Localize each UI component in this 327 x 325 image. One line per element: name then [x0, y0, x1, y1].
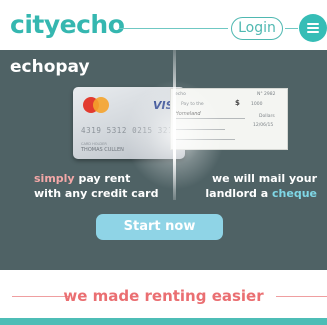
cheque-amount: 1000 — [251, 102, 263, 107]
mastercard-logo-icon — [83, 97, 109, 113]
tagline-text: with any credit card — [34, 187, 159, 200]
credit-card-image: VISA 4319 5312 0215 3216 CARD HOLDER THO… — [73, 87, 185, 159]
card-holder-caption: CARD HOLDER — [81, 142, 107, 146]
page: cityecho Login echopay VISA 4319 5312 02… — [0, 0, 327, 325]
hero-banner: echopay VISA 4319 5312 0215 3216 CARD HO… — [0, 50, 327, 270]
credit-card-tagline: simply pay rent with any credit card — [34, 171, 159, 201]
cheque-image: echo N° 2982 Pay to the $ 1000 Homeland … — [170, 88, 288, 150]
site-logo[interactable]: cityecho — [10, 10, 125, 39]
tagline-highlight-cheque: cheque — [272, 187, 317, 200]
card-holder-name: THOMAS CULLEN — [81, 147, 124, 153]
start-now-button[interactable]: Start now — [96, 214, 223, 240]
cheque-payee: Homeland — [175, 111, 201, 117]
cheque-payee-caption: Pay to the — [181, 102, 204, 107]
site-header: cityecho Login — [0, 0, 327, 50]
section-divider-line — [276, 296, 327, 297]
header-divider-line — [285, 28, 298, 29]
product-brand: echopay — [10, 57, 90, 77]
cheque-header: echo — [175, 92, 186, 97]
cheque-tagline: we will mail your landlord a cheque — [205, 171, 317, 201]
cheque-currency: $ — [235, 99, 240, 107]
section-band — [0, 318, 327, 325]
cheque-number: N° 2982 — [257, 92, 276, 97]
header-divider-line — [119, 28, 228, 29]
hamburger-menu-icon[interactable] — [299, 14, 327, 42]
tagline-text: we will mail your — [212, 172, 317, 185]
tagline-text: pay rent — [74, 172, 131, 185]
tagline-text: landlord a — [205, 187, 273, 200]
cheque-date: 12/06/15 — [253, 123, 274, 128]
login-button[interactable]: Login — [231, 17, 283, 40]
cheque-amount-words: Dollars — [259, 114, 275, 119]
tagline-highlight-simply: simply — [34, 172, 75, 185]
hero-light-divider — [173, 50, 176, 200]
card-number: 4319 5312 0215 3216 — [81, 126, 179, 135]
